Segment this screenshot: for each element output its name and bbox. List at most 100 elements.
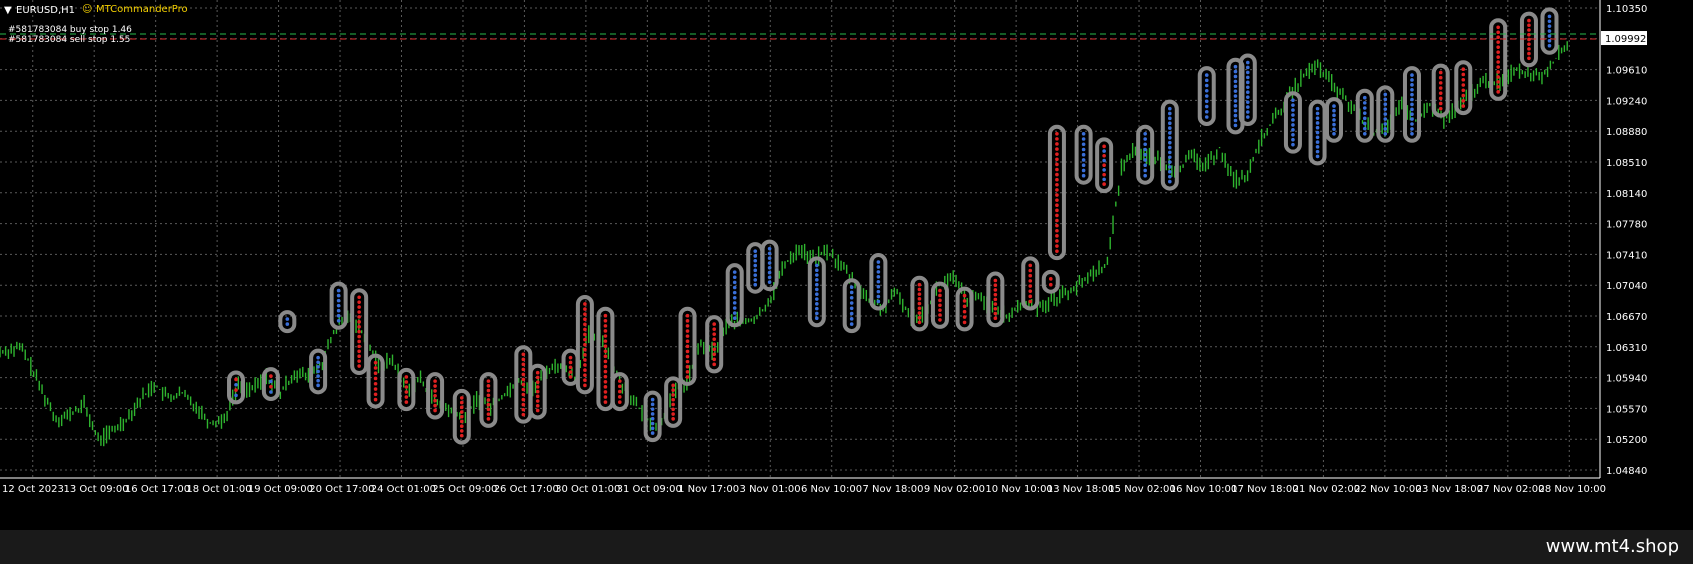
- marker-dot: [1461, 77, 1466, 82]
- marker-dot: [603, 379, 608, 384]
- marker-dot: [1233, 118, 1238, 123]
- marker-dot: [815, 268, 819, 273]
- marker-dot: [521, 412, 526, 417]
- marker-dot: [685, 334, 690, 338]
- marker-dot: [1055, 244, 1059, 248]
- trade-marker-group[interactable]: [329, 281, 348, 330]
- trade-marker-group[interactable]: [1283, 91, 1302, 154]
- marker-dot: [938, 318, 942, 322]
- marker-dot: [583, 317, 587, 322]
- marker-dot: [993, 297, 998, 302]
- price-axis[interactable]: 1.103501.099601.096101.092401.088801.085…: [1599, 0, 1647, 478]
- marker-dot: [938, 293, 942, 298]
- marker-dot: [316, 360, 320, 365]
- marker-dot: [535, 389, 540, 394]
- marker-dot: [712, 352, 716, 357]
- price-tick-label: 1.05200: [1606, 435, 1647, 446]
- trade-marker-group[interactable]: [1540, 7, 1559, 55]
- marker-dot: [1527, 32, 1531, 37]
- trade-marker-group[interactable]: [366, 353, 385, 409]
- marker-dot: [1410, 131, 1414, 136]
- marker-dot: [521, 387, 526, 392]
- trade-marker-group[interactable]: [1021, 256, 1040, 311]
- trade-marker-group[interactable]: [1074, 124, 1093, 185]
- marker-dot: [1168, 160, 1172, 164]
- marker-dot: [583, 358, 587, 362]
- marker-dot: [1168, 106, 1172, 111]
- marker-dot: [583, 327, 587, 332]
- marker-dot: [1055, 249, 1059, 253]
- trade-marker-group[interactable]: [514, 345, 533, 424]
- marker-dot: [650, 412, 655, 416]
- price-chart[interactable]: #581783084 buy stop 1.46#581783084 sell …: [0, 0, 1693, 530]
- trade-marker-group[interactable]: [1197, 66, 1216, 127]
- marker-dot: [876, 279, 881, 284]
- marker-dot: [1102, 163, 1106, 168]
- marker-dot: [1204, 94, 1209, 98]
- trade-marker-group[interactable]: [760, 239, 779, 292]
- marker-dot: [486, 384, 491, 388]
- trade-marker-group[interactable]: [869, 253, 888, 311]
- marker-dot: [849, 306, 854, 311]
- trade-marker-group[interactable]: [842, 278, 861, 334]
- chart-menu-icon[interactable]: ▼: [4, 5, 12, 16]
- marker-dot: [815, 292, 819, 297]
- marker-dot: [712, 337, 716, 341]
- marker-dot: [1461, 88, 1466, 93]
- marker-dot: [685, 375, 690, 379]
- marker-dot: [459, 414, 464, 419]
- marker-ring: [1041, 269, 1060, 294]
- trade-marker-group[interactable]: [1376, 85, 1395, 143]
- marker-dot: [1332, 127, 1336, 131]
- time-tick-label: 13 Nov 18:00: [1047, 484, 1114, 495]
- marker-dot: [1362, 101, 1367, 105]
- trade-marker-group[interactable]: [426, 372, 445, 420]
- trade-marker-group[interactable]: [746, 242, 765, 294]
- marker-dot: [1291, 118, 1295, 122]
- marker-dot: [650, 397, 655, 402]
- trade-marker-group[interactable]: [1095, 137, 1114, 194]
- trade-marker-group[interactable]: [610, 372, 629, 412]
- trade-marker-group[interactable]: [350, 288, 369, 376]
- marker-dot: [1055, 208, 1059, 213]
- marker-dot: [1055, 218, 1059, 223]
- marker-dot: [1362, 126, 1367, 131]
- marker-dot: [603, 400, 608, 404]
- chart-window[interactable]: #581783084 buy stop 1.46 #581783084 sell …: [0, 0, 1693, 564]
- trade-marker-group[interactable]: [452, 388, 471, 445]
- trade-marker-group[interactable]: [1402, 66, 1421, 143]
- marker-dot: [336, 308, 341, 313]
- time-axis[interactable]: 12 Oct 2023 13 Oct 09:0016 Oct 17:0018 Oc…: [0, 477, 1606, 495]
- marker-dot: [1055, 131, 1059, 136]
- marker-dot: [1461, 93, 1466, 98]
- marker-dot: [767, 280, 772, 284]
- trade-marker-group[interactable]: [807, 256, 826, 328]
- trade-marker-group[interactable]: [309, 348, 328, 395]
- marker-dot: [753, 273, 758, 277]
- marker-dot: [459, 396, 464, 400]
- trade-marker-group[interactable]: [278, 310, 297, 334]
- marker-dot: [732, 301, 737, 305]
- marker-dot: [1547, 24, 1552, 28]
- trade-marker-group[interactable]: [678, 306, 697, 386]
- trade-marker-group[interactable]: [596, 306, 615, 412]
- marker-dot: [1055, 239, 1059, 243]
- marker-dot: [815, 282, 819, 287]
- trade-marker-group[interactable]: [1324, 97, 1343, 143]
- trade-marker-group[interactable]: [725, 263, 744, 328]
- trade-marker-group[interactable]: [1041, 269, 1060, 294]
- marker-dot: [521, 382, 526, 387]
- marker-dot: [732, 280, 737, 285]
- marker-dot: [336, 303, 341, 308]
- price-tick-label: 1.08510: [1606, 158, 1647, 169]
- expert-advisor-face-icon[interactable]: ☺: [82, 4, 92, 15]
- marker-dot: [1143, 158, 1147, 162]
- trade-marker-group[interactable]: [1489, 18, 1508, 101]
- trade-marker-group[interactable]: [930, 281, 949, 329]
- time-tick-label: 9 Nov 02:00: [924, 484, 985, 495]
- time-tick-label: 23 Nov 18:00: [1416, 484, 1483, 495]
- trade-marker-group[interactable]: [1308, 99, 1327, 166]
- marker-dot: [603, 349, 608, 354]
- marker-dot: [1233, 123, 1238, 128]
- marker-dot: [583, 363, 587, 367]
